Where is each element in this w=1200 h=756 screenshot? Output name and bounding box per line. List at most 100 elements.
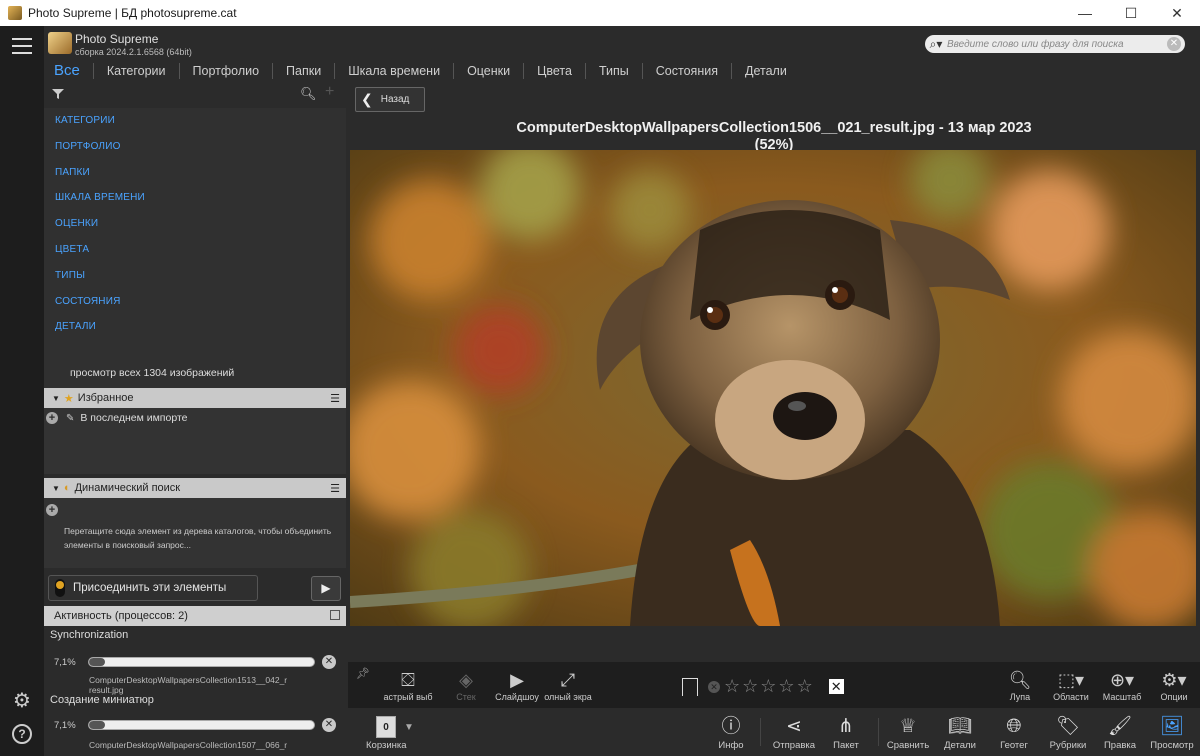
rating-star-5[interactable]: ☆ — [797, 676, 813, 697]
pin-icon[interactable]: 📌︎ — [356, 667, 370, 680]
search-box[interactable]: ⌕▾ Введите слово или фразу для поиска ✕ — [925, 35, 1185, 53]
help-icon[interactable]: ? — [12, 724, 32, 744]
tag-icon: 🏷︎ — [1055, 716, 1081, 737]
catalog-item-ratings[interactable]: ОЦЕНКИ — [44, 211, 346, 237]
catalog-item-timeline[interactable]: ШКАЛА ВРЕМЕНИ — [44, 185, 346, 211]
reject-icon[interactable]: ✕ — [828, 679, 844, 694]
collapse-triangle-icon[interactable]: ▼ — [52, 484, 60, 493]
task-file: ComputerDesktopWallpapersCollection1513_… — [89, 675, 288, 685]
panel-add-icon[interactable]: + — [325, 83, 334, 101]
filter-icon[interactable] — [52, 88, 64, 100]
rating-star-4[interactable]: ☆ — [778, 676, 794, 697]
minimize-button[interactable]: — — [1062, 0, 1108, 26]
rating-star-3[interactable]: ☆ — [760, 676, 776, 697]
task-percent: 7,1% — [54, 657, 76, 668]
viewer-toolbar: 📌︎ ⛋ астрый выб ◈ Стек ▶ Слайдшоу ⤢ олный эк… — [348, 662, 1200, 708]
close-button[interactable]: ✕ — [1154, 0, 1200, 26]
favorites-header[interactable]: ▼ ★ Избранное ☰ — [44, 388, 346, 408]
cancel-task-icon[interactable]: ✕ — [322, 655, 336, 669]
dynamic-search-icon: ◐ — [63, 482, 71, 494]
catalog-item-folders[interactable]: ПАПКИ — [44, 160, 346, 186]
compare-button[interactable]: ♕ Сравнить — [880, 714, 936, 751]
menu-icon[interactable]: ☰ — [330, 392, 340, 405]
basket-dropdown-icon[interactable]: ▼ — [404, 722, 414, 733]
dynamic-search-header[interactable]: ▼ ◐ Динамический поиск ☰ — [44, 478, 346, 498]
catalog-item-colors[interactable]: ЦВЕТА — [44, 237, 346, 263]
menu-icon[interactable]: ☰ — [330, 482, 340, 495]
photo-dog[interactable] — [350, 150, 1196, 626]
edit-button[interactable]: 🖌︎ Правка — [1092, 714, 1148, 751]
activity-expand-icon[interactable] — [330, 610, 340, 620]
image-caption: ComputerDesktopWallpapersCollection1506_… — [348, 120, 1200, 154]
search-icon: ⌕▾ — [929, 36, 943, 51]
tab-timeline[interactable]: Шкала времени — [335, 63, 455, 79]
zoom-button[interactable]: ⊕▾ Масштаб — [1092, 668, 1152, 702]
left-rail: ⚙ ? — [0, 26, 44, 756]
play-button[interactable]: ▶ — [311, 576, 341, 601]
edit-icon[interactable]: ✎ — [66, 413, 74, 424]
tab-portfolio[interactable]: Портфолио — [180, 63, 274, 79]
back-button[interactable]: ❮ Назад — [355, 87, 425, 112]
rating-star-2[interactable]: ☆ — [742, 676, 758, 697]
info-icon: ⓘ — [721, 716, 741, 737]
maximize-button[interactable]: ☐ — [1108, 0, 1154, 26]
app-name: Photo Supreme — [75, 32, 159, 46]
chevron-left-icon: ❮ — [361, 91, 373, 107]
favorite-item[interactable]: + ✎ В последнем импорте — [46, 412, 187, 424]
catalog-item-portfolio[interactable]: ПОРТФОЛИО — [44, 134, 346, 160]
options-button[interactable]: ⚙▾ Опции — [1144, 668, 1200, 702]
app-icon — [8, 6, 22, 20]
panel-search-icon[interactable]: 🔍︎ — [300, 86, 317, 102]
basket-label[interactable]: Корзинка — [366, 740, 407, 751]
dynamic-search-title: Динамический поиск — [74, 482, 181, 494]
hamburger-menu-icon[interactable] — [12, 38, 32, 54]
window-titlebar: Photo Supreme | БД photosupreme.cat — ☐ … — [0, 0, 1200, 26]
add-favorite-icon[interactable]: + — [46, 412, 58, 424]
add-search-icon[interactable]: + — [46, 504, 58, 516]
basket-counter[interactable]: 0 — [376, 716, 396, 738]
clear-search-icon[interactable]: ✕ — [1167, 37, 1181, 51]
info-button[interactable]: ⓘ Инфо — [703, 714, 759, 751]
tab-folders[interactable]: Папки — [273, 63, 336, 79]
collapse-triangle-icon[interactable]: ▼ — [52, 394, 60, 403]
tab-states[interactable]: Состояния — [643, 63, 732, 79]
join-toggle[interactable] — [55, 579, 65, 597]
tab-ratings[interactable]: Оценки — [454, 63, 525, 79]
batch-button[interactable]: ⋔ Пакет — [818, 714, 874, 751]
tab-all[interactable]: Все — [44, 63, 94, 79]
geotag-button[interactable]: 🌐︎ Геотег — [986, 714, 1042, 751]
clear-rating-icon[interactable]: ✕ — [708, 680, 720, 693]
compare-icon: ♕ — [899, 716, 917, 737]
favorites-body: + ✎ В последнем импорте — [44, 408, 346, 474]
tab-colors[interactable]: Цвета — [524, 63, 586, 79]
view-button[interactable]: 🖼︎ Просмотр — [1144, 714, 1200, 751]
favorites-title: Избранное — [77, 392, 134, 404]
rubrics-button[interactable]: 🏷︎ Рубрики — [1040, 714, 1096, 751]
search-input[interactable]: Введите слово или фразу для поиска — [947, 39, 1167, 50]
view-all-images-link[interactable]: просмотр всех 1304 изображений — [70, 367, 234, 379]
catalog-item-categories[interactable]: КАТЕГОРИИ — [44, 108, 346, 134]
catalog-item-details[interactable]: ДЕТАЛИ — [44, 314, 346, 340]
zoom-icon: ⊕▾ — [1109, 670, 1135, 690]
details-button[interactable]: 📖︎ Детали — [932, 714, 988, 751]
toolbar-divider — [878, 718, 879, 746]
gear-icon: ⚙▾ — [1161, 670, 1187, 690]
catalog-item-types[interactable]: ТИПЫ — [44, 263, 346, 289]
settings-gear-icon[interactable]: ⚙ — [11, 690, 33, 712]
tab-types[interactable]: Типы — [586, 63, 643, 79]
header: Photo Supreme сборка 2024.2.1.6568 (64bi… — [44, 26, 1200, 86]
cancel-task-icon[interactable]: ✕ — [322, 718, 336, 732]
rating-star-1[interactable]: ☆ — [724, 676, 740, 697]
fullscreen-button[interactable]: ⤢ олный экра — [538, 668, 598, 702]
tab-categories[interactable]: Категории — [94, 63, 180, 79]
bookmark-flag-icon[interactable] — [682, 677, 698, 696]
quick-select-button[interactable]: ⛋ астрый выб — [378, 668, 438, 702]
join-elements-button[interactable]: Присоединить эти элементы — [48, 575, 258, 601]
tab-details[interactable]: Детали — [732, 63, 800, 79]
panel-toolbar: 🔍︎ + — [44, 83, 348, 104]
catalog-item-states[interactable]: СОСТОЯНИЯ — [44, 289, 346, 315]
window-title: Photo Supreme | БД photosupreme.cat — [28, 6, 237, 20]
rating-bar: ✕ ☆ ☆ ☆ ☆ ☆ ✕ — [682, 676, 844, 697]
fullscreen-icon: ⤢ — [560, 670, 576, 690]
share-button[interactable]: ⋖ Отправка — [766, 714, 822, 751]
